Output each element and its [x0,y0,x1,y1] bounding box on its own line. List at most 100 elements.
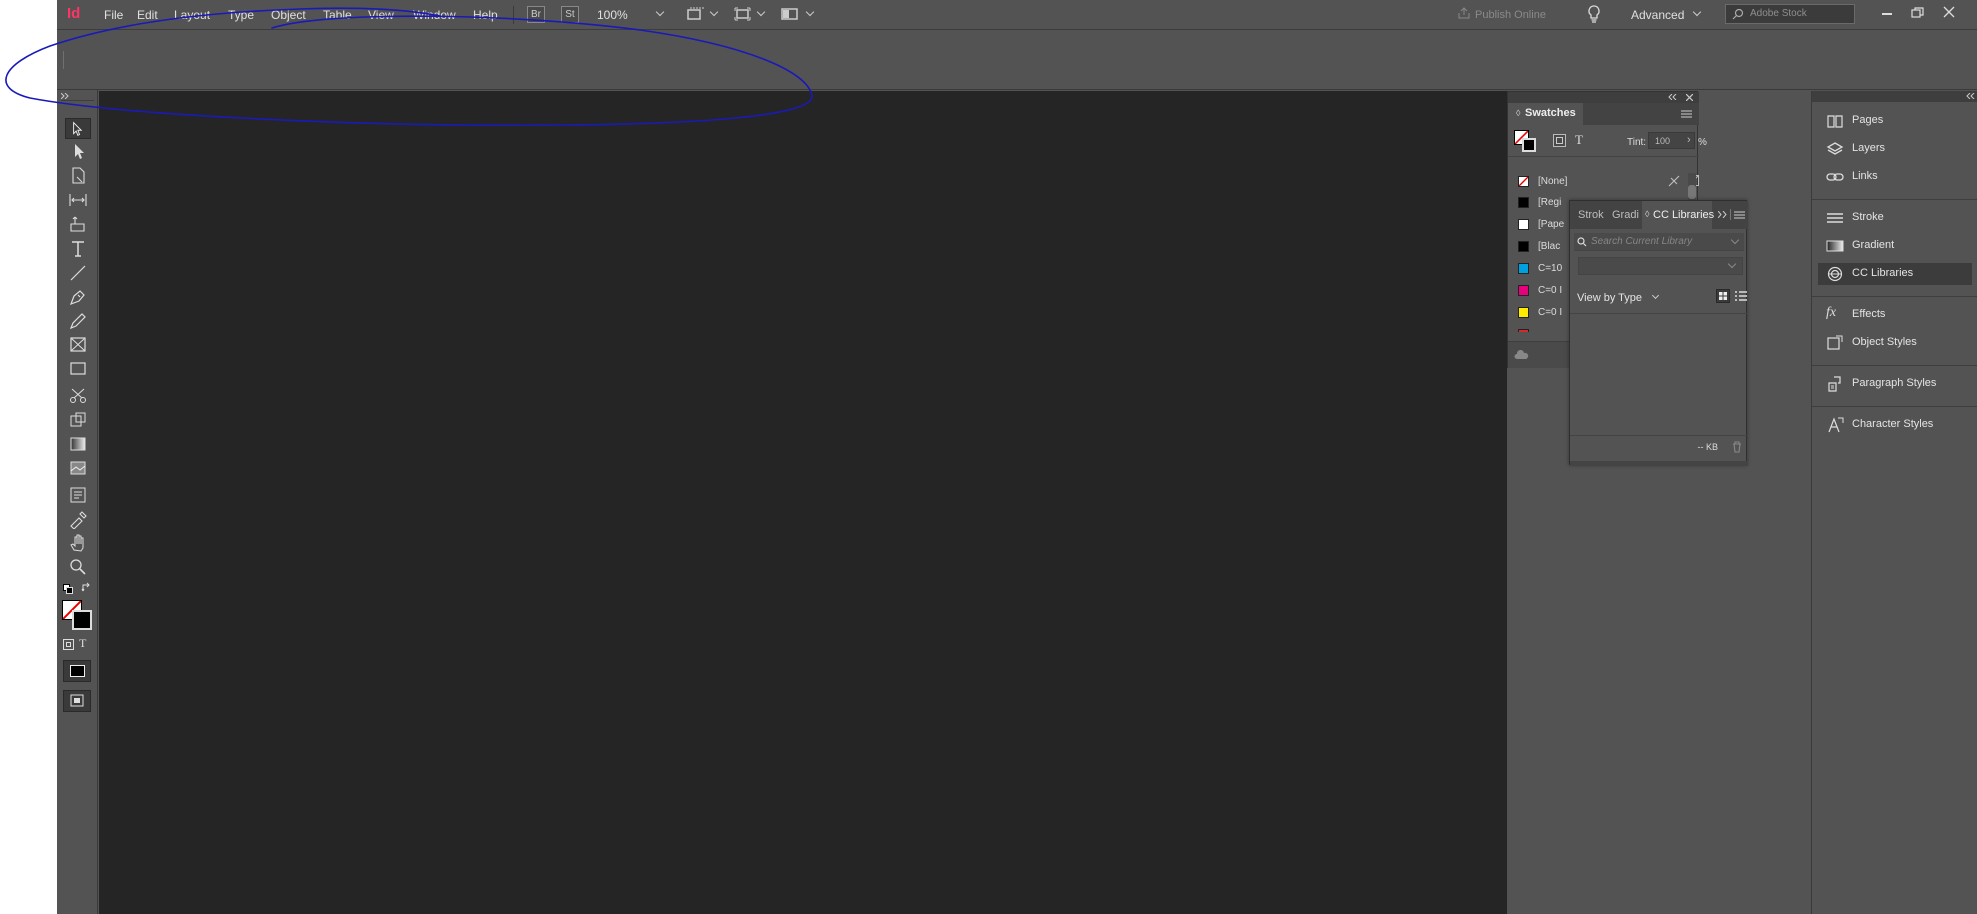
formatting-text-icon[interactable]: T [79,636,86,651]
tab-gradient[interactable]: Gradi [1612,209,1640,221]
view-by-type-dropdown[interactable]: View by Type [1577,292,1642,304]
tint-arrow-icon[interactable]: › [1687,134,1691,146]
note-tool[interactable] [67,485,89,505]
dock-item-gradient[interactable]: Gradient [1818,235,1972,257]
tab-stroke[interactable]: Strok [1578,209,1606,221]
cc-resize-handle[interactable] [1570,461,1748,466]
zoom-level[interactable]: 100% [597,8,628,22]
direct-selection-tool[interactable] [67,142,89,162]
formatting-container-icon[interactable] [63,639,74,650]
free-transform-tool[interactable] [67,410,89,430]
arrange-chevron-down-icon[interactable] [805,7,815,17]
stroke-swatch[interactable] [72,610,92,630]
trash-icon[interactable] [1732,441,1742,453]
dock-item-cc-libraries[interactable]: CC Libraries [1818,263,1972,285]
list-view-button[interactable] [1734,289,1748,303]
zoom-tool[interactable] [67,557,89,577]
library-selector[interactable] [1578,257,1743,275]
gradient-swatch-tool[interactable] [67,434,89,454]
library-search-field[interactable]: Search Current Library [1574,233,1744,251]
eyedropper-tool[interactable] [67,509,89,530]
library-chevron-down-icon[interactable] [1727,259,1737,269]
menu-type[interactable]: Type [228,8,254,22]
dock-item-effects[interactable]: fx Effects [1818,304,1972,326]
menu-view[interactable]: View [368,8,394,22]
gradient-feather-tool[interactable] [67,458,89,478]
menu-table[interactable]: Table [323,8,352,22]
lightbulb-icon[interactable] [1587,5,1601,24]
fill-stroke-swatch[interactable] [62,600,92,630]
content-collector-tool[interactable] [67,214,89,234]
cloud-icon[interactable] [1514,350,1529,360]
scissors-tool[interactable] [67,386,89,406]
arrange-documents-icon[interactable] [781,7,798,21]
dock-item-stroke[interactable]: Stroke [1818,207,1972,229]
hand-tool[interactable] [67,533,89,553]
container-formatting-button[interactable] [1553,134,1566,147]
workspace-chevron-down-icon[interactable] [1692,7,1702,17]
dock-header[interactable] [1812,91,1977,102]
menu-object[interactable]: Object [271,8,306,22]
dock-item-layers[interactable]: Layers [1818,138,1972,160]
grid-view-button[interactable] [1716,289,1730,303]
expand-panel-icon[interactable] [1718,211,1727,218]
menu-edit[interactable]: Edit [137,8,158,22]
bridge-button[interactable]: Br [527,6,545,23]
panel-menu-icon[interactable] [1734,211,1745,219]
line-tool[interactable] [67,263,89,283]
type-tool[interactable] [67,239,89,259]
tint-input[interactable]: 100 › [1648,132,1695,149]
dock-item-links[interactable]: Links [1818,166,1972,188]
screen-view-icon[interactable] [734,7,751,21]
search-chevron-down-icon[interactable] [1730,235,1740,245]
close-icon[interactable] [1943,6,1955,18]
view-by-chevron-down-icon[interactable] [1651,291,1660,300]
scrollbar-thumb[interactable] [1688,185,1696,199]
control-panel-grip[interactable] [63,51,64,69]
stock-button[interactable]: St [561,6,579,23]
panel-menu-icon[interactable] [1681,110,1692,118]
close-panel-icon[interactable] [1686,94,1693,101]
menu-layout[interactable]: Layout [174,8,210,22]
swatch-fill-stroke[interactable] [1514,130,1536,152]
screen-mode-icon[interactable] [687,7,704,21]
restore-icon[interactable] [1911,7,1924,18]
collapse-dock-icon[interactable] [1966,93,1975,99]
preview-mode-button[interactable] [63,690,91,712]
menu-help[interactable]: Help [473,8,498,22]
pencil-tool[interactable] [67,311,89,331]
pen-tool[interactable] [67,287,89,307]
dock-item-pages[interactable]: Pages [1818,110,1972,132]
minimize-icon[interactable] [1882,13,1892,15]
cc-libraries-tab-label: CC Libraries [1653,209,1715,221]
swatches-tab[interactable]: ◊ Swatches [1508,103,1583,125]
workspace-switcher[interactable]: Advanced [1631,8,1684,22]
publish-online-icon [1458,7,1470,19]
document-pasteboard[interactable] [99,91,1507,914]
collapse-panel-icon[interactable] [1668,94,1677,100]
zoom-chevron-down-icon[interactable] [655,7,665,17]
dock-item-object-styles[interactable]: Object Styles [1818,332,1972,354]
text-formatting-button[interactable]: T [1575,132,1583,148]
swatches-panel-header[interactable] [1508,92,1699,103]
page-tool[interactable] [67,166,89,186]
gap-tool[interactable] [67,190,89,210]
screen-chevron-down-icon[interactable] [756,7,766,17]
collapse-tools-icon[interactable] [61,93,69,99]
default-fill-stroke-icon[interactable] [63,583,73,594]
rectangle-frame-tool[interactable] [67,335,89,355]
stock-search-field[interactable]: Adobe Stock [1725,4,1855,24]
view-options-chevron-down-icon[interactable] [709,7,719,17]
menu-file[interactable]: File [104,8,123,22]
tab-cc-libraries[interactable]: ◊ CC Libraries [1642,201,1715,229]
selection-tool[interactable] [65,118,91,139]
menu-window[interactable]: Window [413,8,456,22]
dock-item-character-styles[interactable]: Character Styles [1818,414,1972,436]
normal-view-mode-button[interactable] [63,660,91,682]
swatch-stroke-box[interactable] [1522,138,1536,152]
swatch-row[interactable]: [None] [1518,173,1699,191]
swap-fill-stroke-icon[interactable] [81,582,92,593]
publish-online-button[interactable]: Publish Online [1475,9,1546,21]
rectangle-tool[interactable] [67,359,89,379]
dock-item-paragraph-styles[interactable]: Paragraph Styles [1818,373,1972,395]
